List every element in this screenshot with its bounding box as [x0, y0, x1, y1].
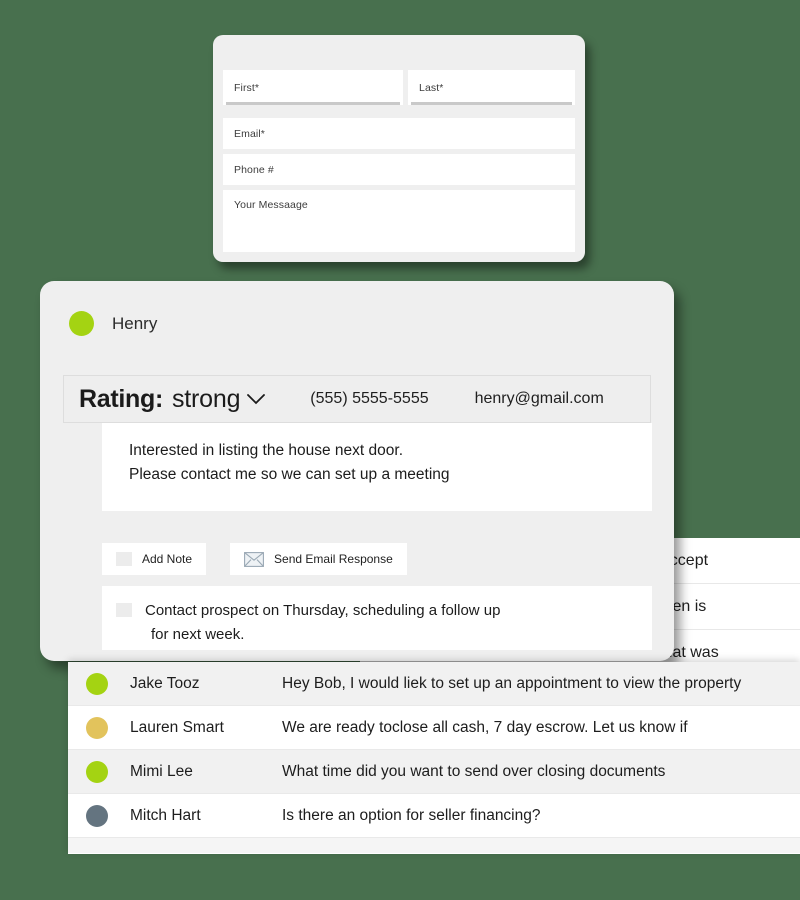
note-text: Contact prospect on Thursday, scheduling…: [145, 599, 501, 650]
lead-header: Henry: [40, 281, 674, 336]
lead-detail-card: Henry Rating: strong (555) 5555-5555 hen…: [40, 281, 674, 661]
note-line-1: Contact prospect on Thursday, scheduling…: [145, 602, 501, 619]
email-input[interactable]: Email*: [223, 118, 575, 149]
envelope-icon: [244, 551, 264, 567]
chevron-down-icon[interactable]: [246, 392, 266, 406]
lead-email[interactable]: henry@gmail.com: [475, 390, 604, 408]
lead-name: Lauren Smart: [130, 718, 224, 736]
send-email-label: Send Email Response: [274, 552, 393, 566]
lead-phone[interactable]: (555) 5555-5555: [310, 390, 428, 408]
add-note-button[interactable]: Add Note: [102, 543, 207, 575]
lead-action-row: Add Note Send Email Response: [102, 543, 407, 575]
message-textarea[interactable]: Your Messaage: [223, 190, 575, 252]
lead-name: Mitch Hart: [130, 806, 201, 824]
list-item[interactable]: Mitch Hart Is there an option for seller…: [68, 794, 800, 838]
status-dot-icon: [86, 804, 108, 827]
lead-list-panel: Jake Tooz Hey Bob, I would liek to set u…: [68, 662, 800, 854]
screenshot-stage: t accept when is what was First* Last* E…: [0, 0, 800, 900]
rating-bar: Rating: strong (555) 5555-5555 henry@gma…: [63, 375, 651, 423]
add-note-label: Add Note: [142, 552, 193, 566]
lead-name: Mimi Lee: [130, 762, 193, 780]
lead-message: Hey Bob, I would liek to set up an appoi…: [282, 674, 742, 692]
status-dot-icon: [86, 760, 108, 783]
email-field-row: Email*: [223, 118, 575, 149]
note-icon: [116, 603, 132, 617]
lead-name: Henry: [112, 313, 158, 333]
name-field-row: First* Last*: [223, 70, 575, 105]
list-item[interactable]: Jake Tooz Hey Bob, I would liek to set u…: [68, 662, 800, 706]
phone-input[interactable]: Phone #: [223, 154, 575, 185]
message-field-row: Your Messaage: [223, 190, 575, 252]
message-line: Interested in listing the house next doo…: [129, 442, 404, 459]
status-dot-icon: [69, 311, 94, 336]
status-dot-icon: [86, 716, 108, 739]
lead-note-box: Contact prospect on Thursday, scheduling…: [102, 586, 652, 650]
note-line-2: for next week.: [151, 626, 245, 643]
rating-value[interactable]: strong: [172, 385, 240, 414]
rating-label: Rating:: [79, 384, 163, 413]
contact-form-card: First* Last* Email* Phone # Your Messaag…: [213, 35, 585, 262]
lead-name: Jake Tooz: [130, 674, 200, 692]
lead-message: What time did you want to send over clos…: [282, 762, 666, 780]
note-icon: [116, 552, 132, 566]
first-name-input[interactable]: First*: [223, 70, 403, 105]
last-name-input[interactable]: Last*: [408, 70, 575, 105]
list-item[interactable]: Mimi Lee What time did you want to send …: [68, 750, 800, 794]
list-item[interactable]: Lauren Smart We are ready toclose all ca…: [68, 706, 800, 750]
lead-message-box: Interested in listing the house next doo…: [102, 423, 652, 511]
message-line: Please contact me so we can set up a mee…: [129, 466, 450, 483]
send-email-response-button[interactable]: Send Email Response: [230, 543, 407, 575]
phone-field-row: Phone #: [223, 154, 575, 185]
lead-message: Is there an option for seller financing?: [282, 806, 541, 824]
status-dot-icon: [86, 672, 108, 695]
list-footer: [68, 838, 800, 853]
lead-message: We are ready toclose all cash, 7 day esc…: [282, 718, 688, 736]
